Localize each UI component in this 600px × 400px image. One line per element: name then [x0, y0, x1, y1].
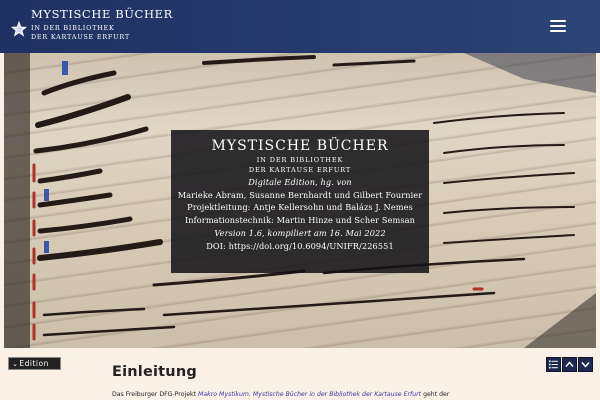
hamburger-icon[interactable]: [550, 19, 566, 33]
site-subtitle-line1: IN DER BIBLIOTHEK: [31, 23, 115, 32]
scroll-up-button[interactable]: [562, 357, 577, 372]
site-title[interactable]: MYSTISCHE BÜCHER: [31, 8, 173, 21]
chevron-up-icon: [565, 361, 574, 367]
section-heading-einleitung: Einleitung: [112, 364, 197, 380]
star-logo-icon[interactable]: [10, 20, 28, 38]
edition-label: Edition: [19, 359, 49, 368]
list-icon: [549, 360, 558, 369]
edition-info-overlay: MYSTISCHE BÜCHER IN DER BIBLIOTHEK DER K…: [171, 130, 429, 273]
version-line: Version 1.6, kompiliert am 16. Mai 2022: [214, 227, 386, 238]
hero-title: MYSTISCHE BÜCHER: [211, 138, 389, 154]
intro-text-suffix: geht der: [423, 391, 450, 398]
edition-line: Digitale Edition, hg. von: [248, 177, 352, 187]
scroll-down-button[interactable]: [578, 357, 593, 372]
edition-dropdown-button[interactable]: ⌄Edition: [8, 357, 61, 370]
hero-banner: MYSTISCHE BÜCHER IN DER BIBLIOTHEK DER K…: [4, 53, 596, 348]
project-link[interactable]: Makro Mystikum. Mystische Bücher in der …: [198, 391, 421, 398]
chevron-down-icon: ⌄: [12, 360, 19, 368]
intro-text-prefix: Das Freiburger DFG-Projekt: [112, 391, 197, 398]
intro-paragraph: Das Freiburger DFG-Projekt Makro Mystiku…: [112, 391, 450, 398]
chevron-down-icon: [581, 362, 590, 368]
it-credits-line: Informationstechnik: Martin Hinze und Sc…: [184, 215, 416, 226]
project-lead-line: Projektleitung: Antje Kellersohn und Bal…: [187, 202, 413, 213]
hero-subtitle-line2: DER KARTAUSE ERFURT: [248, 165, 352, 174]
hero-subtitle-line1: IN DER BIBLIOTHEK: [256, 156, 344, 164]
site-brand[interactable]: MYSTISCHE BÜCHER IN DER BIBLIOTHEK DER K…: [31, 8, 173, 41]
table-of-contents-button[interactable]: [546, 357, 561, 372]
site-header: MYSTISCHE BÜCHER IN DER BIBLIOTHEK DER K…: [0, 0, 600, 53]
editors-line: Marieke Abram, Susanne Bernhardt und Gil…: [177, 189, 423, 200]
site-subtitle-line2: DER KARTAUSE ERFURT: [31, 32, 130, 41]
doi-line[interactable]: DOI: https://doi.org/10.6094/UNIFR/22655…: [171, 241, 429, 249]
